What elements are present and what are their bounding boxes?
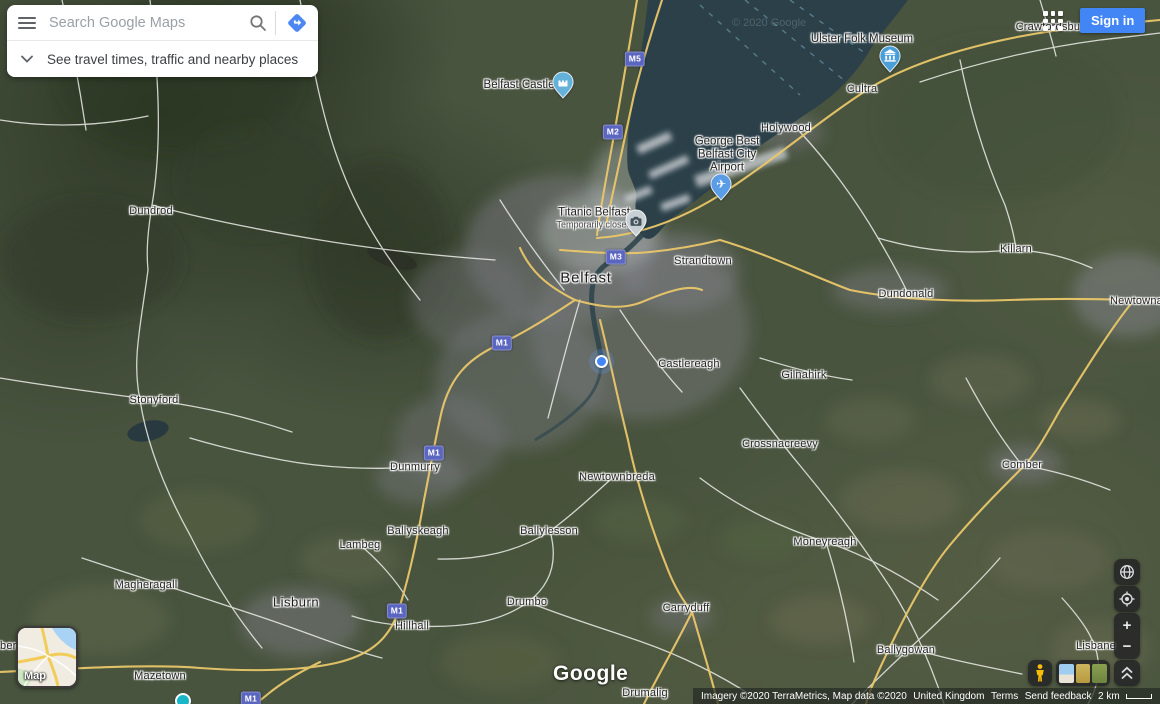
attribution-bar: Imagery ©2020 TerraMetrics, Map data ©20… [693,688,1160,704]
scale-bar[interactable] [1126,694,1152,699]
road-shield-m2: M2 [603,125,623,140]
zoom-controls: + − [1114,613,1140,659]
ulster-folk-museum-pin[interactable] [879,45,901,73]
road-shield-m1: M1 [424,446,444,461]
map-label-lisbane[interactable]: Lisbane [1076,640,1116,652]
map-label-george-best[interactable]: George BestBelfast CityAirport [695,136,760,175]
region-label: United Kingdom [913,691,984,702]
map-mode-toggle[interactable]: Map [16,626,78,688]
map-label-crossnacreevy[interactable]: Crossnacreevy [742,438,818,450]
google-maps-app: CrawfordsburnUlster Folk MuseumBelfast C… [0,0,1160,704]
map-label-mazetown[interactable]: Mazetown [134,670,186,682]
map-labels-layer: CrawfordsburnUlster Folk MuseumBelfast C… [0,0,1160,704]
road-shield-m1: M1 [241,692,261,704]
map-label-magheragall[interactable]: Magheragall [115,579,178,591]
my-location-icon[interactable] [1114,586,1140,612]
imagery-credit: Imagery ©2020 TerraMetrics, Map data ©20… [701,691,907,702]
map-toggle-label: Map [24,670,46,682]
map-label-titanic-belfast[interactable]: Titanic BelfastTemporarily closed [556,207,631,230]
search-icon[interactable] [241,14,275,32]
road-shield-m3: M3 [606,250,626,265]
zoom-out-button[interactable]: − [1114,637,1140,656]
map-label-stonyford[interactable]: Stonyford [130,394,179,406]
chevron-down-icon[interactable] [7,55,47,63]
road-shield-m1: M1 [387,604,407,619]
collapse-chevrons-icon[interactable] [1114,660,1140,686]
map-label-castlereagh[interactable]: Castlereagh [658,358,720,370]
map-label-cultra[interactable]: Cultra [847,83,878,95]
zoom-in-button[interactable]: + [1114,616,1140,635]
map-label-comber[interactable]: Comber [1002,459,1042,471]
map-label-lisburn[interactable]: Lisburn [273,595,319,610]
search-input[interactable] [47,14,241,32]
airport-pin[interactable]: ✈ [710,173,732,201]
map-label-lambeg[interactable]: Lambeg [340,539,381,551]
map-label-belfast[interactable]: Belfast [560,270,611,287]
map-label-moneyreagh[interactable]: Moneyreagh [793,536,856,548]
thumbnail-field[interactable] [1076,664,1091,683]
map-label-ballygowan[interactable]: Ballygowan [877,644,935,656]
map-label-gilnahirk[interactable]: Gilnahirk [781,369,826,381]
pegman-icon[interactable] [1028,660,1052,686]
map-label-drumalig[interactable]: Drumalig [622,687,668,699]
search-bar [7,5,318,41]
current-location-dot [595,355,608,368]
globe-icon[interactable] [1114,559,1140,585]
map-label-holywood[interactable]: Holywood [761,122,811,134]
svg-text:✈: ✈ [716,177,726,191]
map-label-newtowna[interactable]: Newtowna [1110,295,1160,307]
imagery-thumbnails[interactable] [1056,660,1110,686]
travel-times-bar[interactable]: See travel times, traffic and nearby pla… [7,41,318,77]
thumbnail-sky[interactable] [1059,664,1074,683]
directions-icon[interactable] [276,11,318,35]
map-label-strandtown[interactable]: Strandtown [674,255,732,267]
titanic-belfast-pin[interactable] [625,209,647,237]
transit-marker[interactable] [175,693,191,704]
travel-times-label: See travel times, traffic and nearby pla… [47,52,298,67]
google-logo[interactable]: Google [553,662,628,686]
map-label-hillhall[interactable]: Hillhall [395,620,429,632]
road-shield-m5: M5 [625,52,645,67]
terms-link[interactable]: Terms [991,691,1018,702]
send-feedback-link[interactable]: Send feedback [1025,691,1092,702]
road-shield-m1: M1 [492,336,512,351]
map-label-dunmurry[interactable]: Dunmurry [390,461,440,473]
map-label-drumbo[interactable]: Drumbo [507,596,547,608]
map-label-ballyskeagh[interactable]: Ballyskeagh [387,525,449,537]
google-apps-grid-icon[interactable] [1040,8,1066,34]
map-label-ballylesson[interactable]: Ballylesson [520,525,578,537]
thumbnail-green[interactable] [1092,664,1107,683]
scale-label: 2 km [1098,691,1120,702]
map-label-killarn[interactable]: Killarn [1000,243,1032,255]
search-card: See travel times, traffic and nearby pla… [7,5,318,77]
map-label-belfast-castle[interactable]: Belfast Castle [484,79,555,91]
belfast-castle-pin[interactable] [552,71,574,99]
sign-in-button[interactable]: Sign in [1080,8,1145,33]
map-label-dundrod[interactable]: Dundrod [129,205,173,217]
map-label-newtownbreda[interactable]: Newtownbreda [579,471,655,483]
imagery-watermark: © 2020 Google [732,17,806,29]
menu-icon[interactable] [7,13,47,33]
map-label-dundonald[interactable]: Dundonald [878,288,933,300]
map-label-ulster-folk-museum[interactable]: Ulster Folk Museum [811,33,913,45]
map-label-carryduff[interactable]: Carryduff [663,602,710,614]
